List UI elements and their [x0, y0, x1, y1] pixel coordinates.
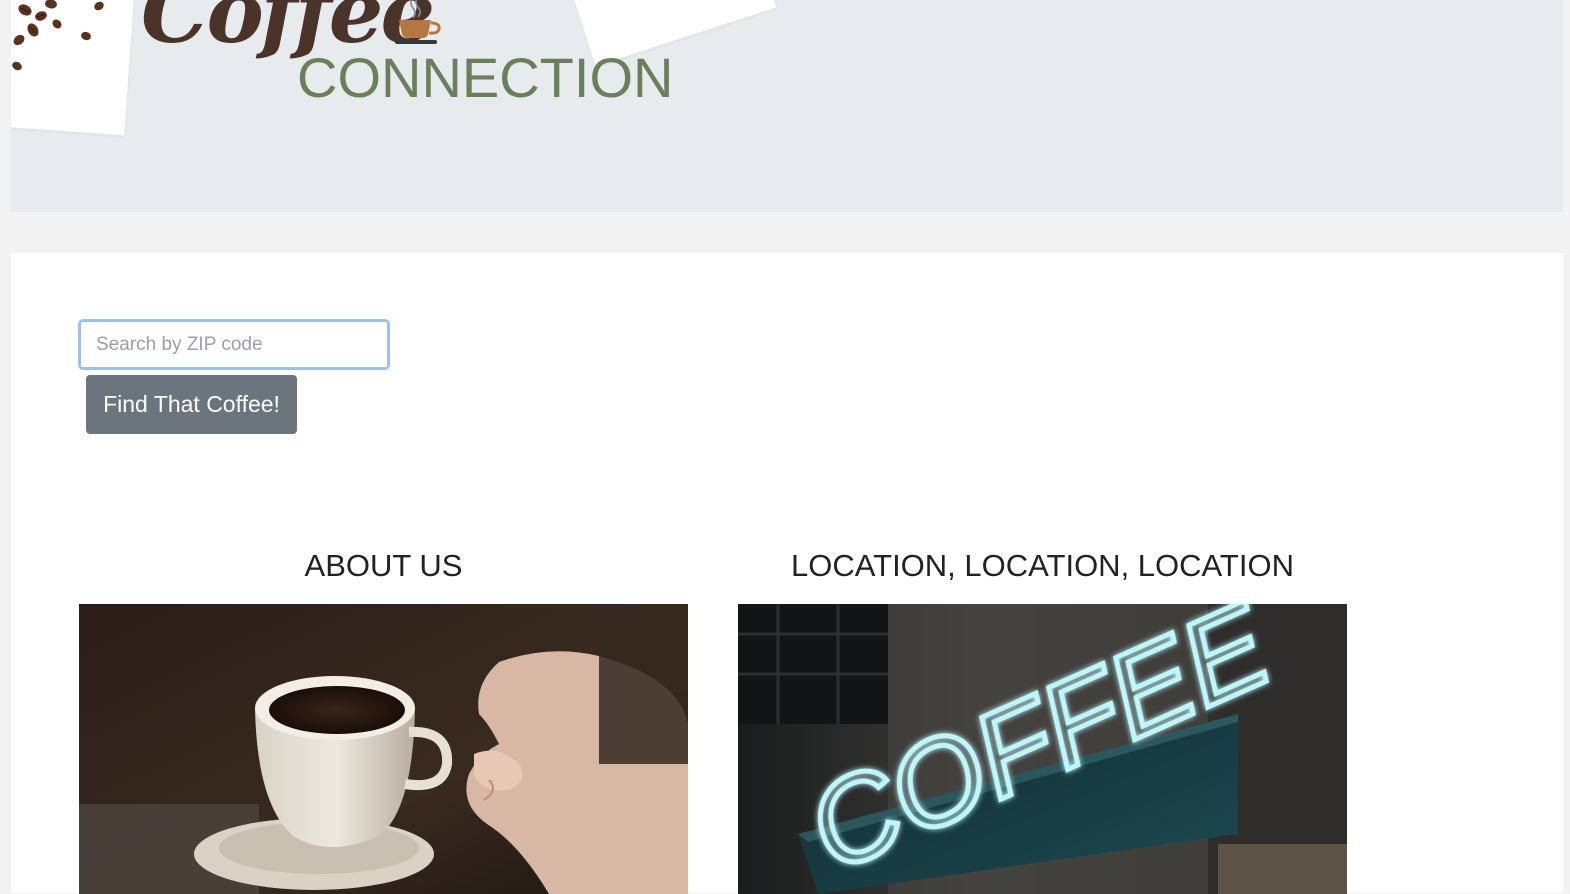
coffee-cup-icon: [395, 0, 441, 44]
location-section: LOCATION, LOCATION, LOCATION COFFEE: [738, 548, 1347, 894]
logo-wordmark: CONNECTION: [297, 46, 674, 109]
location-title: LOCATION, LOCATION, LOCATION: [791, 548, 1294, 583]
find-coffee-button[interactable]: Find That Coffee!: [86, 375, 297, 434]
neon-coffee-sign-photo: COFFEE: [738, 604, 1347, 894]
zip-search-input[interactable]: [78, 319, 390, 370]
coffee-beans-decoration: [12, 0, 104, 71]
main-content: Find That Coffee! ABOUT US: [11, 253, 1563, 894]
header-banner: Coffee CONNECTION: [11, 0, 1563, 212]
about-us-title: ABOUT US: [304, 548, 463, 583]
coffee-cup-photo: [79, 604, 688, 894]
site-logo[interactable]: Coffee CONNECTION: [141, 0, 701, 110]
about-us-section: ABOUT US: [79, 548, 688, 894]
